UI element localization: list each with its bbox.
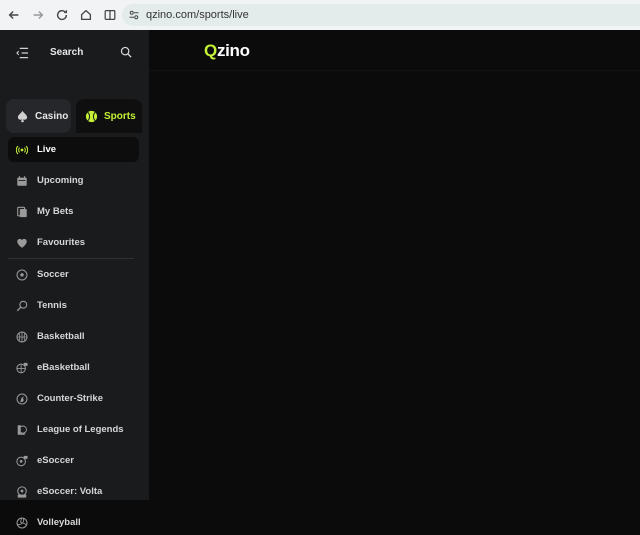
sidebar-item-tennis[interactable]: Tennis [8, 293, 139, 318]
tab-casino[interactable]: Casino [6, 99, 71, 133]
top-header: Qzino [149, 30, 640, 71]
sidebar-item-basketball[interactable]: Basketball [8, 324, 139, 349]
basketball-icon [16, 331, 28, 342]
menu-divider [8, 258, 134, 259]
url-text[interactable]: qzino.com/sports/live [146, 9, 249, 21]
esoccer-volta-icon [17, 485, 27, 498]
sidebar-item-ebasketball[interactable]: eBasketball [8, 355, 139, 380]
sidebar-item-label: Tennis [37, 300, 67, 311]
league-of-legends-icon [17, 424, 27, 435]
broadcast-icon [16, 145, 28, 154]
sidebar: Search Casino Sports Live Upcoming My Be… [0, 30, 149, 528]
back-arrow-icon[interactable] [3, 4, 25, 26]
spade-icon [17, 110, 28, 122]
logo-q: Q [204, 41, 217, 60]
sidebar-item-counter-strike[interactable]: Counter-Strike [8, 386, 139, 411]
qzino-logo[interactable]: Qzino [204, 41, 250, 61]
reload-icon[interactable] [51, 4, 73, 26]
esoccer-icon [16, 455, 28, 466]
counter-strike-icon [16, 393, 28, 404]
tab-label: Casino [35, 110, 69, 122]
sidebar-item-league-of-legends[interactable]: League of Legends [8, 417, 139, 442]
tab-label: Sports [104, 110, 136, 122]
search-icon[interactable] [120, 46, 132, 58]
forward-arrow-icon[interactable] [27, 4, 49, 26]
sidebar-item-volleyball[interactable]: Volleyball [8, 510, 139, 535]
sidebar-item-favourites[interactable]: Favourites [8, 230, 139, 255]
sidebar-item-label: Favourites [37, 237, 86, 248]
split-view-icon[interactable] [99, 4, 121, 26]
main-content: Qzino [149, 30, 640, 500]
sidebar-item-upcoming[interactable]: Upcoming [8, 168, 139, 193]
browser-toolbar: qzino.com/sports/live [0, 0, 640, 30]
ebasketball-icon [16, 362, 28, 373]
tennis-racket-icon [16, 300, 28, 311]
address-bar[interactable]: qzino.com/sports/live [122, 4, 640, 26]
sidebar-item-label: Live [37, 144, 57, 155]
product-tabs: Casino Sports [6, 99, 142, 133]
sidebar-item-esoccer[interactable]: eSoccer [8, 448, 139, 473]
heart-icon [17, 238, 27, 248]
site-settings-icon[interactable] [128, 9, 140, 21]
calendar-icon [17, 175, 27, 186]
sidebar-item-label: My Bets [37, 206, 74, 217]
sidebar-item-label: eSoccer: Volta [37, 486, 103, 497]
tab-sports[interactable]: Sports [76, 99, 142, 133]
sidebar-item-live[interactable]: Live [8, 137, 139, 162]
tickets-icon [17, 206, 27, 217]
sidebar-item-label: League of Legends [37, 424, 124, 435]
tennis-ball-icon [85, 110, 98, 122]
sidebar-item-label: Counter-Strike [37, 393, 103, 404]
sidebar-item-label: Basketball [37, 331, 85, 342]
sidebar-item-my-bets[interactable]: My Bets [8, 199, 139, 224]
sidebar-item-label: eBasketball [37, 362, 90, 373]
sidebar-item-label: Soccer [37, 269, 69, 280]
logo-text: zino [216, 41, 250, 60]
sidebar-item-soccer[interactable]: Soccer [8, 262, 139, 287]
soccer-ball-icon [16, 269, 28, 280]
home-icon[interactable] [75, 4, 97, 26]
sidebar-item-label: Volleyball [37, 517, 81, 528]
collapse-menu-icon[interactable] [16, 47, 29, 59]
sidebar-item-label: eSoccer [37, 455, 74, 466]
sidebar-item-esoccer-volta[interactable]: eSoccer: Volta [8, 479, 139, 504]
sidebar-top: Search [0, 30, 149, 77]
search-label[interactable]: Search [50, 47, 83, 58]
sidebar-item-label: Upcoming [37, 175, 84, 186]
volleyball-icon [16, 517, 28, 528]
